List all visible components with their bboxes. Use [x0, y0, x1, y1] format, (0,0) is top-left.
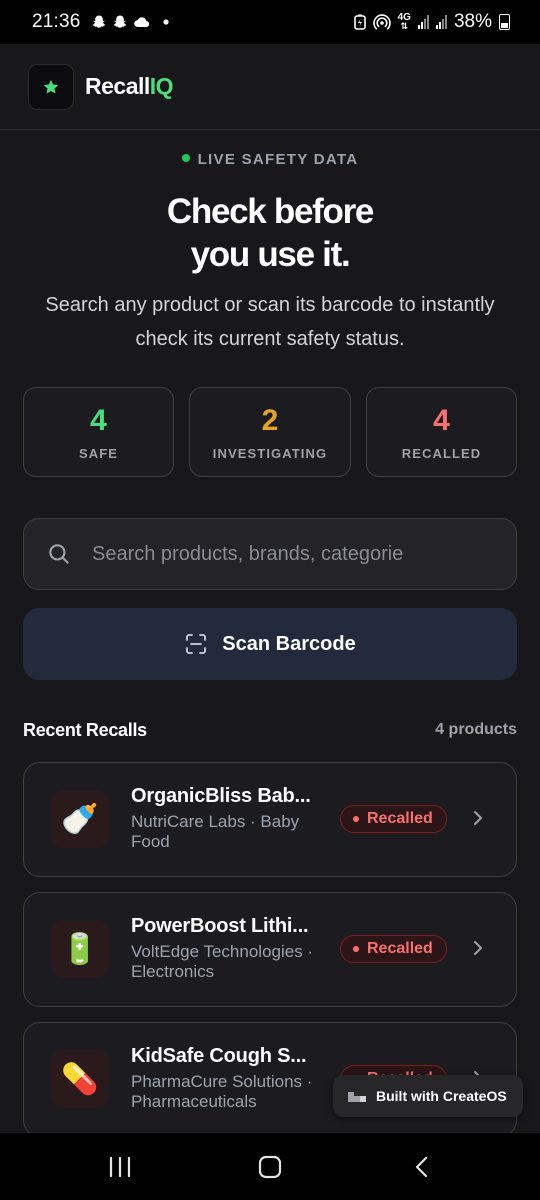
system-nav-bar	[0, 1133, 540, 1200]
search-icon	[49, 544, 69, 564]
list-item[interactable]: 🍼 OrganicBliss Bab... NutriCare Labs · B…	[23, 762, 517, 877]
product-meta: NutriCare Labs · Baby Food	[131, 812, 300, 851]
product-name: PowerBoost Lithi...	[131, 915, 309, 937]
live-dot-icon	[181, 154, 190, 162]
stats-row: 4 SAFE 2 INVESTIGATING 4 RECALLED	[23, 387, 517, 477]
product-meta: VoltEdge Technologies · Electronics	[131, 942, 314, 981]
cloud-icon	[133, 17, 149, 28]
baby-bottle-icon: 🍼	[51, 790, 109, 848]
status-dot-icon	[353, 816, 359, 822]
product-name: OrganicBliss Bab...	[131, 785, 311, 807]
product-meta: PharmaCure Solutions · Pharmaceuticals	[131, 1072, 313, 1111]
search-input[interactable]	[92, 542, 482, 566]
network-type: 4G ⇅	[397, 12, 411, 31]
stat-label: RECALLED	[401, 446, 482, 461]
dot-icon	[162, 19, 169, 25]
app-header: RecallIQ	[0, 44, 540, 130]
stat-label: INVESTIGATING	[212, 446, 328, 461]
snapchat-icon	[113, 15, 127, 28]
recent-apps-icon[interactable]	[90, 1153, 150, 1181]
status-time: 21:36	[32, 11, 81, 32]
notification-icons	[91, 14, 171, 30]
stat-value: 2	[261, 404, 279, 437]
back-icon[interactable]	[392, 1153, 452, 1181]
brand-name: RecallIQ	[85, 73, 174, 99]
hotspot-icon	[372, 14, 391, 30]
star-icon	[43, 79, 59, 94]
snapchat-icon	[92, 15, 106, 28]
home-icon[interactable]	[240, 1153, 300, 1181]
system-icons: 4G ⇅ 38%	[353, 11, 510, 33]
stat-value: 4	[90, 404, 107, 437]
search-box[interactable]	[23, 518, 517, 590]
section-title: Recent Recalls	[23, 720, 147, 740]
stat-safe[interactable]: 4 SAFE	[23, 387, 174, 477]
scan-barcode-button[interactable]: Scan Barcode	[23, 608, 517, 680]
product-count: 4 products	[435, 721, 517, 738]
battery-percent: 38%	[453, 11, 492, 32]
status-dot-icon	[353, 946, 359, 952]
stat-label: SAFE	[78, 446, 119, 461]
product-name: KidSafe Cough S...	[131, 1045, 307, 1067]
status-badge: Recalled	[340, 935, 447, 963]
hero-subtitle: Search any product or scan its barcode t…	[45, 294, 495, 350]
chevron-right-icon	[472, 807, 486, 829]
signal-icon	[417, 15, 429, 29]
stat-recalled[interactable]: 4 RECALLED	[366, 387, 517, 477]
stat-investigating[interactable]: 2 INVESTIGATING	[189, 387, 351, 477]
status-bar: 21:36 4G ⇅ 38%	[0, 0, 540, 44]
list-item[interactable]: 🔋 PowerBoost Lithi... VoltEdge Technolog…	[23, 892, 517, 1007]
scan-barcode-label: Scan Barcode	[222, 632, 356, 655]
battery-icon: 🔋	[51, 920, 109, 978]
battery-icon	[499, 14, 510, 30]
logo[interactable]	[28, 63, 74, 110]
chevron-right-icon	[472, 937, 486, 959]
hero-title: Check before you use it.	[166, 192, 374, 274]
built-with-createos-badge[interactable]: Built with CreateOS	[333, 1075, 523, 1117]
live-indicator: LIVE SAFETY DATA	[0, 151, 540, 168]
pill-icon: 💊	[51, 1050, 109, 1108]
status-badge: Recalled	[340, 805, 447, 833]
stat-value: 4	[433, 404, 450, 437]
battery-saver-icon	[353, 14, 366, 30]
barcode-scan-icon	[184, 632, 208, 656]
signal-icon	[435, 15, 447, 29]
createos-logo-icon	[347, 1089, 367, 1103]
